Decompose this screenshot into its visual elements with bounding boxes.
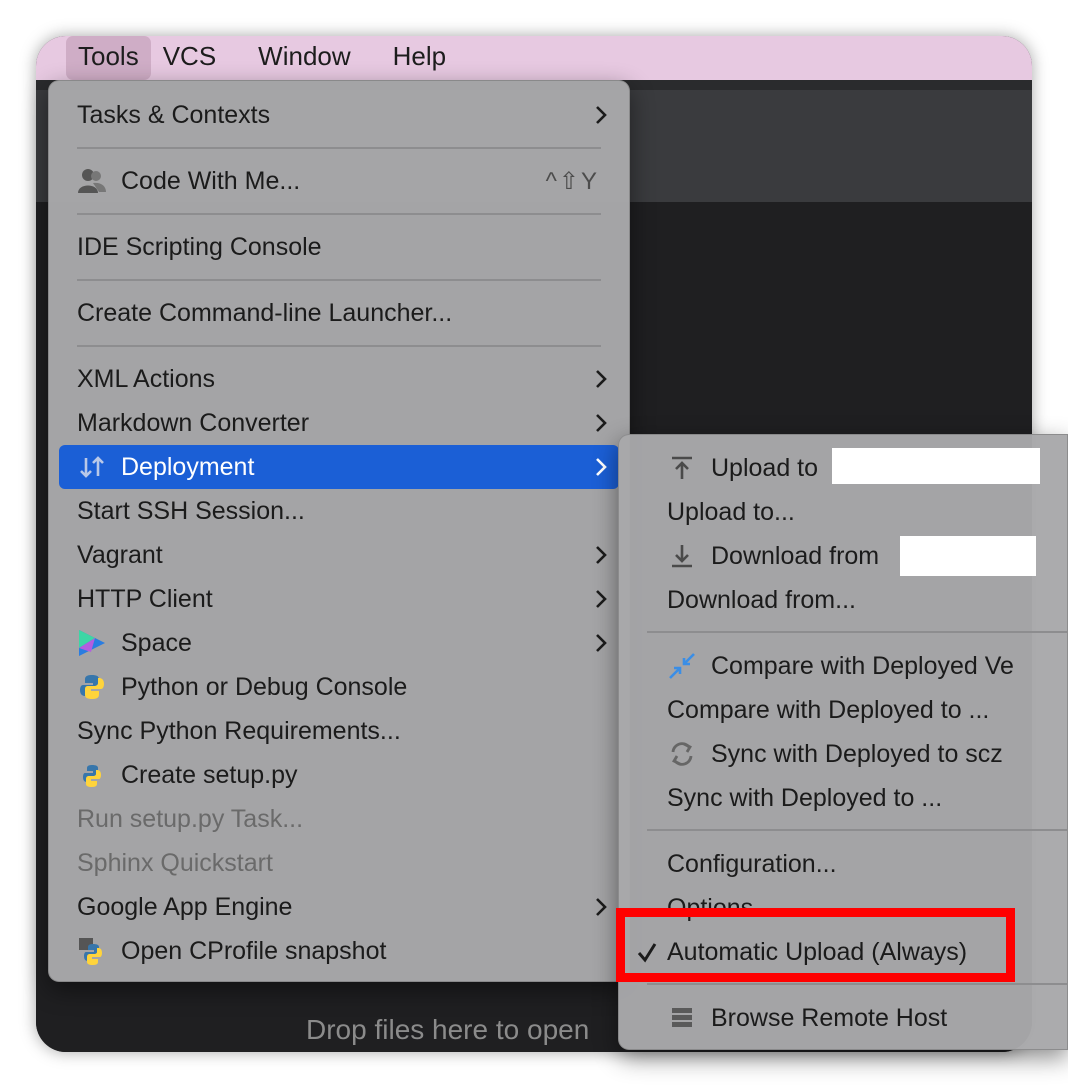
menu-item-sphinx-quickstart: Sphinx Quickstart (49, 841, 629, 885)
redacted-server-name (832, 448, 1040, 484)
menu-item-sync-python-requirements[interactable]: Sync Python Requirements... (49, 709, 629, 753)
menu-item-label: XML Actions (77, 364, 216, 393)
menu-item-xml-actions[interactable]: XML Actions (49, 357, 629, 401)
menu-item-create-setup[interactable]: Create setup.py (49, 753, 629, 797)
menu-item-label: Create setup.py (121, 760, 298, 789)
menu-item-vagrant[interactable]: Vagrant (49, 533, 629, 577)
tools-menu: Tasks & Contexts Code With Me... ^⇧Y IDE… (48, 80, 630, 982)
compare-arrows-icon (667, 651, 697, 681)
menu-item-label: Vagrant (77, 540, 163, 569)
menu-separator (647, 983, 1067, 985)
space-logo-icon (77, 628, 107, 658)
menu-item-label: Upload to... (667, 497, 795, 526)
menu-item-markdown-converter[interactable]: Markdown Converter (49, 401, 629, 445)
menu-item-google-app-engine[interactable]: Google App Engine (49, 885, 629, 929)
menu-item-space[interactable]: Space (49, 621, 629, 665)
menu-item-label: Python or Debug Console (121, 672, 408, 701)
chevron-right-icon (595, 445, 607, 489)
chevron-right-icon (595, 93, 607, 137)
menu-item-label: Configuration... (667, 849, 837, 878)
menu-item-open-cprofile[interactable]: Open CProfile snapshot (49, 929, 629, 973)
menu-item-http-client[interactable]: HTTP Client (49, 577, 629, 621)
menu-item-deployment[interactable]: Deployment (59, 445, 619, 489)
menu-item-create-launcher[interactable]: Create Command-line Launcher... (49, 291, 629, 335)
menu-bar: Tools VCS Window Help (36, 36, 1032, 81)
submenu-item-configuration[interactable]: Configuration... (619, 842, 1067, 886)
keyboard-shortcut: ^⇧Y (545, 167, 599, 195)
chevron-right-icon (595, 621, 607, 665)
menu-item-start-ssh[interactable]: Start SSH Session... (49, 489, 629, 533)
chevron-right-icon (595, 885, 607, 929)
submenu-item-sync-deployed-to[interactable]: Sync with Deployed to ... (619, 776, 1067, 820)
menu-item-label: Space (121, 628, 192, 657)
menu-item-label: Compare with Deployed Ve (711, 651, 1014, 680)
python-file-icon (77, 760, 107, 790)
drop-files-hint: Drop files here to open (306, 1014, 590, 1045)
menu-item-label: Sync Python Requirements... (77, 716, 401, 745)
chevron-right-icon (595, 533, 607, 577)
profiler-snapshot-icon (77, 936, 107, 966)
menu-item-label: Download from (711, 541, 880, 570)
chevron-right-icon (595, 357, 607, 401)
menu-item-label: Compare with Deployed to ... (667, 695, 990, 724)
menu-item-label: Upload to (711, 453, 819, 482)
submenu-item-sync-deployed-server[interactable]: Sync with Deployed to scz (619, 732, 1067, 776)
menu-item-label: Sync with Deployed to ... (667, 783, 943, 812)
user-group-icon (77, 166, 107, 196)
menu-item-label: Tasks & Contexts (77, 100, 271, 129)
menu-item-label: IDE Scripting Console (77, 232, 322, 261)
menu-item-label: Deployment (121, 452, 255, 481)
menu-item-label: Markdown Converter (77, 408, 310, 437)
submenu-item-download-from[interactable]: Download from... (619, 578, 1067, 622)
python-icon (77, 672, 107, 702)
menu-item-label: HTTP Client (77, 584, 213, 613)
menu-tools[interactable]: Tools (66, 36, 151, 80)
menu-separator (77, 279, 601, 281)
submenu-item-browse-remote-host[interactable]: Browse Remote Host (619, 996, 1067, 1040)
menu-item-label: Code With Me... (121, 166, 301, 195)
menu-help[interactable]: Help (381, 36, 458, 80)
download-icon (667, 541, 697, 571)
menu-item-label: Sphinx Quickstart (77, 848, 273, 877)
menu-item-label: Download from... (667, 585, 856, 614)
menu-item-label: Google App Engine (77, 892, 293, 921)
upload-download-arrows-icon (77, 452, 107, 482)
upload-icon (667, 453, 697, 483)
submenu-item-compare-deployed-to[interactable]: Compare with Deployed to ... (619, 688, 1067, 732)
menu-item-label: Open CProfile snapshot (121, 936, 387, 965)
menu-item-code-with-me[interactable]: Code With Me... ^⇧Y (49, 159, 629, 203)
menu-vcs[interactable]: VCS (151, 36, 228, 80)
submenu-item-upload-to[interactable]: Upload to... (619, 490, 1067, 534)
menu-item-label: Start SSH Session... (77, 496, 305, 525)
menu-item-python-console[interactable]: Python or Debug Console (49, 665, 629, 709)
menu-separator (77, 213, 601, 215)
server-stack-icon (667, 1003, 697, 1033)
menu-separator (77, 147, 601, 149)
menu-separator (77, 345, 601, 347)
chevron-right-icon (595, 577, 607, 621)
sync-icon (667, 739, 697, 769)
menu-item-label: Run setup.py Task... (77, 804, 304, 833)
chevron-right-icon (595, 401, 607, 445)
menu-item-run-setup-task: Run setup.py Task... (49, 797, 629, 841)
menu-item-label: Browse Remote Host (711, 1003, 948, 1032)
submenu-item-compare-deployed[interactable]: Compare with Deployed Ve (619, 644, 1067, 688)
menu-item-label: Create Command-line Launcher... (77, 298, 453, 327)
menu-separator (647, 631, 1067, 633)
redacted-server-name (900, 536, 1036, 576)
annotation-highlight-box (616, 908, 1015, 982)
menu-item-tasks-contexts[interactable]: Tasks & Contexts (49, 93, 629, 137)
menu-item-label: Sync with Deployed to scz (711, 739, 1003, 768)
menu-window[interactable]: Window (246, 36, 362, 80)
menu-separator (647, 829, 1067, 831)
menu-item-ide-scripting-console[interactable]: IDE Scripting Console (49, 225, 629, 269)
